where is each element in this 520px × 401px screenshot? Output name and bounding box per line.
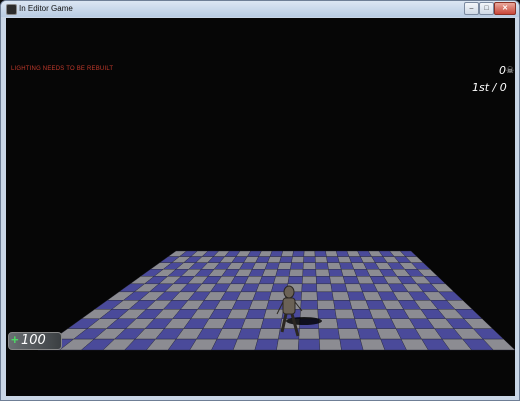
- plus-icon: +: [11, 332, 19, 347]
- app-icon: [6, 4, 17, 15]
- rank-display: 1st / 0: [472, 81, 507, 94]
- title-bar[interactable]: In Editor Game – □ ✕: [1, 1, 519, 17]
- health-value: 100: [21, 333, 46, 348]
- lighting-warning: LIGHTING NEEDS TO BE REBUILT: [11, 66, 114, 72]
- player-character: [276, 285, 322, 337]
- game-window: In Editor Game – □ ✕ LIGHTING NEEDS TO B…: [0, 0, 520, 401]
- health-display: + 100: [8, 332, 62, 350]
- game-viewport[interactable]: LIGHTING NEEDS TO BE REBUILT 0 ☠ 1st / 0…: [6, 18, 515, 396]
- skull-icon: ☠: [506, 65, 515, 75]
- window-title: In Editor Game: [19, 4, 73, 13]
- minimize-button[interactable]: –: [464, 2, 479, 15]
- score-counter: 0: [499, 64, 506, 77]
- maximize-button[interactable]: □: [479, 2, 494, 15]
- close-button[interactable]: ✕: [494, 2, 516, 15]
